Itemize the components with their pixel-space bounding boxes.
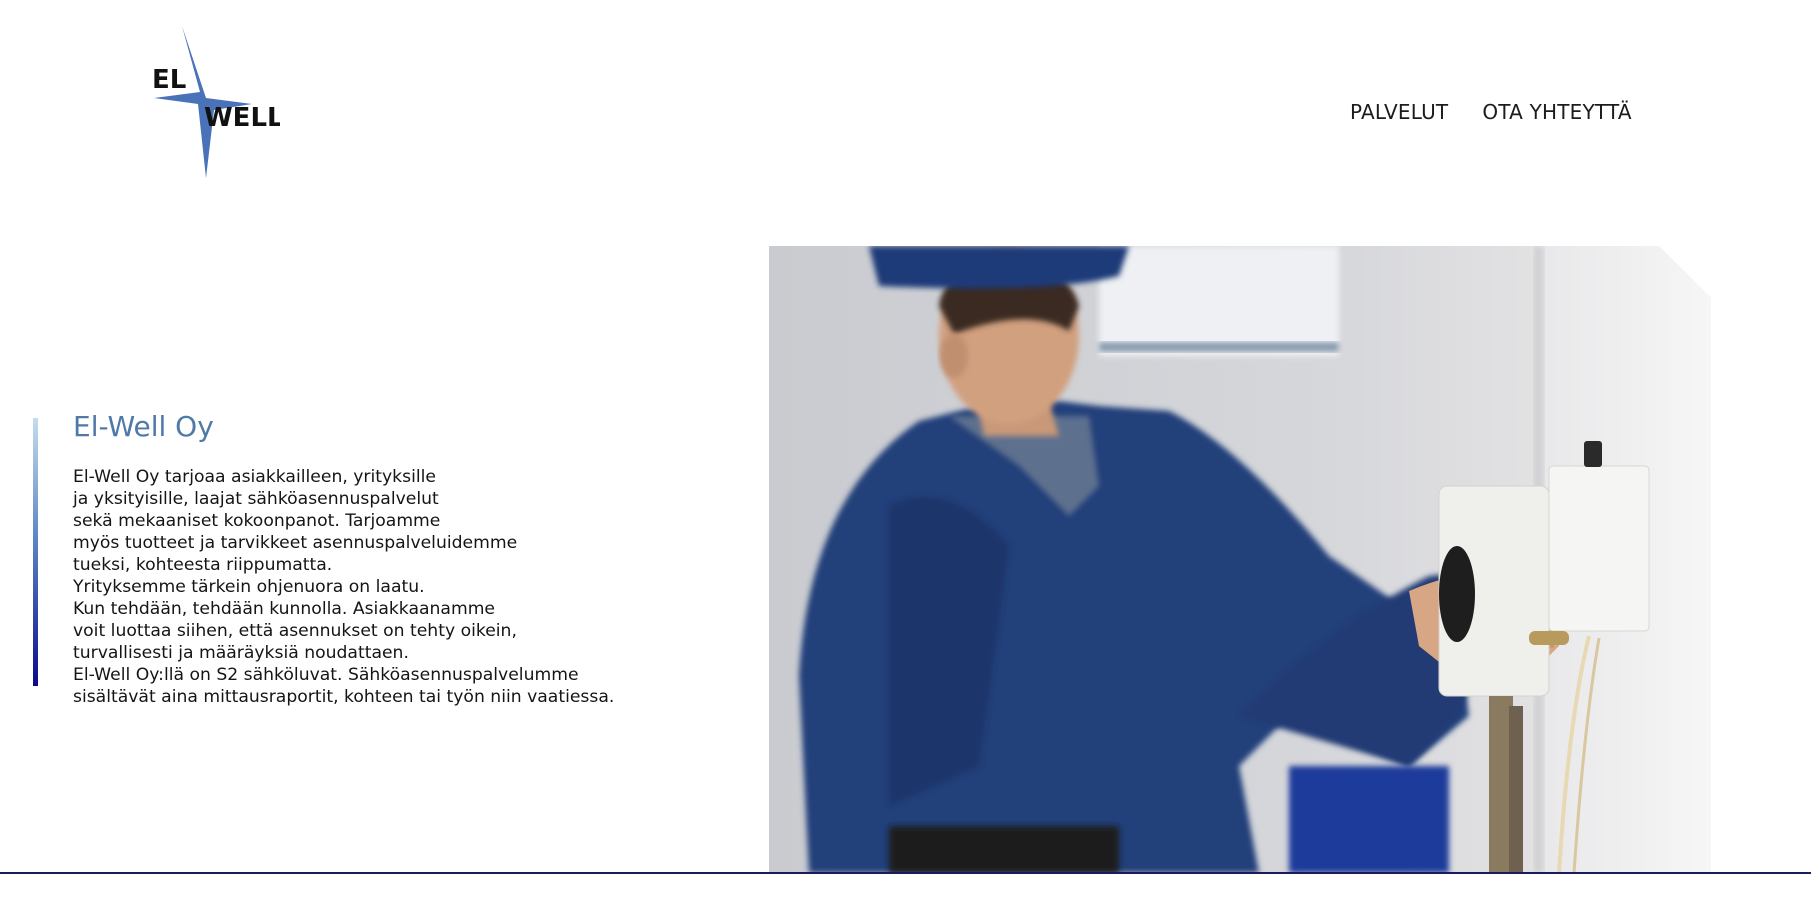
logo-text-el: EL [152,65,186,95]
nav-link-palvelut[interactable]: PALVELUT [1350,100,1448,124]
intro-line: sisältävät aina mittausraportit, kohteen… [73,687,615,707]
hero-image [769,246,1711,873]
intro-line: Yrityksemme tärkein ohjenuora on laatu. [73,577,425,597]
intro-line: sekä mekaaniset kokoonpanot. Tarjoamme [73,511,441,531]
intro-title: El-Well Oy [73,410,214,443]
intro-line: ja yksityisille, laajat sähköasennuspalv… [73,489,439,509]
intro-line: myös tuotteet ja tarvikkeet asennuspalve… [73,533,518,553]
bottom-divider [0,872,1811,874]
intro-line: El-Well Oy:llä on S2 sähköluvat. Sähköas… [73,665,579,685]
intro-line: voit luottaa siihen, että asennukset on … [73,621,517,641]
intro-line: El-Well Oy tarjoaa asiakkailleen, yrityk… [73,467,436,487]
main-nav: PALVELUT OTA YHTEYTTÄ [1350,100,1632,124]
intro-line: Kun tehdään, tehdään kunnolla. Asiakkaan… [73,599,496,619]
intro-text: El-Well Oy tarjoaa asiakkailleen, yrityk… [73,466,653,708]
lightning-bolt-icon [154,26,252,178]
el-well-logo[interactable]: EL WELL [150,26,280,178]
nav-link-ota-yhteytta[interactable]: OTA YHTEYTTÄ [1482,100,1631,124]
intro-line: turvallisesti ja määräyksiä noudattaen. [73,643,409,663]
accent-bar [33,418,38,686]
logo-text-well: WELL [204,103,280,133]
intro-line: tueksi, kohteesta riippumatta. [73,555,333,575]
